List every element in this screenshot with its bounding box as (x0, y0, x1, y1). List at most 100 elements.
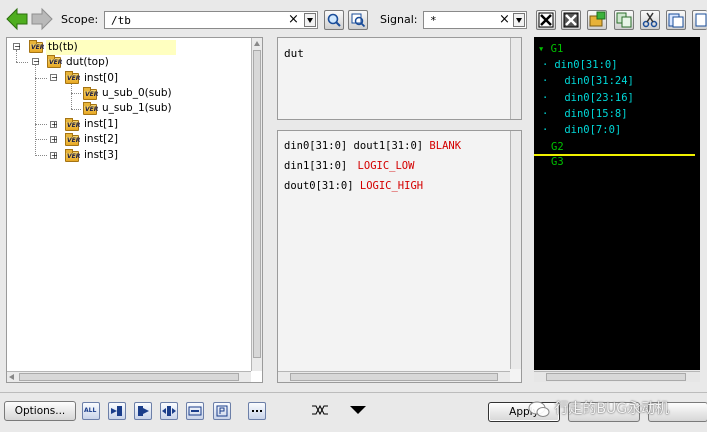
back-button[interactable] (5, 7, 29, 31)
collapse-toggle-icon[interactable]: − (50, 74, 58, 82)
signal-row[interactable]: dout0[31:0] LOGIC_HIGH (284, 180, 423, 192)
scope-name-panel[interactable]: dut (277, 37, 522, 120)
tree-connector (35, 78, 47, 79)
verilog-module-icon: VER (65, 133, 81, 146)
scope-dropdown-icon[interactable] (304, 13, 316, 27)
wave-group-g1[interactable]: ▾ G1 (538, 43, 563, 56)
expand-toggle-icon[interactable]: + (50, 152, 58, 160)
tree-node-u-sub-1[interactable]: u_sub_1(sub) (102, 101, 172, 116)
vertical-splitter[interactable] (523, 37, 531, 383)
scope-combo[interactable]: /tb × (104, 11, 318, 29)
wave-signal-din0-31-24[interactable]: · din0[31:24] (542, 75, 634, 88)
scroll-thumb[interactable] (19, 373, 239, 381)
tree-connector (71, 109, 81, 110)
signal-list-panel[interactable]: din0[31:0] dout1[31:0] BLANK din1[31:0] … (277, 130, 522, 383)
wave-group-g3[interactable]: G3 (551, 156, 564, 169)
signal-panel-vertical-scrollbar[interactable] (510, 131, 521, 369)
bus-icon[interactable] (311, 403, 333, 420)
dropdown-arrow-icon[interactable] (350, 406, 366, 414)
copy-icon (616, 12, 632, 28)
wave-signal-din0-7-0[interactable]: · din0[7:0] (542, 124, 621, 137)
verilog-module-icon: VER (83, 102, 99, 115)
signal-combo[interactable]: * × (423, 11, 527, 29)
cut-button[interactable] (640, 10, 660, 30)
inout-port-icon (162, 406, 176, 416)
more-toolbar-button[interactable] (692, 10, 707, 30)
filter-all-button[interactable]: ALL (82, 402, 100, 420)
tree-connector (71, 93, 81, 94)
scope-hierarchy-tree[interactable]: − VER tb(tb) − VER dut(top) − VER inst[0… (6, 37, 263, 383)
register-icon (216, 405, 228, 417)
scope-value: /tb (111, 14, 131, 27)
tree-node-inst1[interactable]: inst[1] (84, 117, 118, 132)
forward-button[interactable] (30, 7, 54, 31)
scope-clear-icon[interactable]: × (288, 12, 299, 27)
ellipsis-icon (252, 410, 262, 412)
scope-locate-button[interactable] (348, 10, 368, 30)
close-box-icon (538, 12, 554, 28)
signal-clear-icon[interactable]: × (499, 12, 510, 27)
tree-connector (16, 50, 17, 62)
signal-name: din1[31:0] (284, 160, 348, 172)
close-all-button[interactable] (561, 10, 581, 30)
collapse-toggle-icon[interactable]: − (32, 58, 40, 66)
filter-output-button[interactable] (134, 402, 152, 420)
signal-row[interactable]: din1[31:0] LOGIC_LOW (284, 160, 414, 172)
locate-icon (351, 13, 366, 28)
vertical-splitter[interactable] (266, 37, 274, 383)
paste-button[interactable] (666, 10, 686, 30)
signal-row[interactable]: din0[31:0] dout1[31:0] BLANK (284, 140, 461, 152)
filter-register-button[interactable] (213, 402, 231, 420)
tree-connector (16, 62, 28, 63)
filter-input-button[interactable] (108, 402, 126, 420)
wave-signal-label: din0[31:24] (564, 75, 634, 87)
scroll-thumb[interactable] (290, 373, 498, 381)
bottom-divider (0, 392, 707, 393)
signal-tag-logic-high: LOGIC_HIGH (359, 180, 424, 192)
tree-node-u-sub-0[interactable]: u_sub_0(sub) (102, 86, 172, 101)
tree-vertical-scrollbar[interactable] (251, 38, 262, 371)
signal-name: din0[31:0] (284, 140, 348, 152)
scope-search-button[interactable] (324, 10, 344, 30)
scroll-up-icon[interactable] (254, 41, 260, 46)
verilog-module-icon: VER (65, 118, 81, 131)
scissors-icon (642, 12, 658, 28)
tree-node-inst3[interactable]: inst[3] (84, 148, 118, 163)
signal-tag-blank: BLANK (429, 140, 462, 152)
collapse-toggle-icon[interactable]: − (13, 43, 21, 51)
waveform-horizontal-scrollbar[interactable] (534, 371, 700, 382)
expand-toggle-icon[interactable]: + (50, 136, 58, 144)
scope-label: Scope: (61, 13, 99, 26)
tree-connector (35, 155, 47, 156)
signal-dropdown-icon[interactable] (513, 13, 525, 27)
waveform-group-panel[interactable]: ▾ G1 · din0[31:0] · din0[31:24] · din0[23:1… (534, 37, 700, 370)
tree-node-dut[interactable]: dut(top) (66, 55, 109, 70)
options-button[interactable]: Options... (4, 401, 76, 421)
wave-signal-din0-23-16[interactable]: · din0[23:16] (542, 92, 634, 105)
signal-name: dout1[31:0] (353, 140, 424, 152)
expand-toggle-icon[interactable]: + (50, 121, 58, 129)
scroll-left-icon[interactable] (9, 374, 14, 380)
wave-signal-din0-15-8[interactable]: · din0[15:8] (542, 108, 628, 121)
scope-name-text: dut (284, 47, 304, 60)
signal-panel-horizontal-scrollbar[interactable] (278, 371, 510, 382)
add-signal-button[interactable] (587, 10, 607, 30)
watermark: 行走的BUG永动机 (528, 398, 707, 424)
wave-signal-label: din0[31:0] (554, 59, 618, 71)
copy-signal-button[interactable] (614, 10, 634, 30)
wave-signal-din0[interactable]: · din0[31:0] (542, 59, 618, 72)
scroll-thumb[interactable] (253, 50, 261, 358)
close-signal-button[interactable] (536, 10, 556, 30)
tree-node-tb[interactable]: tb(tb) (46, 40, 176, 55)
wave-group-g2[interactable]: G2 (551, 141, 564, 154)
back-arrow-icon (6, 7, 28, 31)
tree-node-inst2[interactable]: inst[2] (84, 132, 118, 147)
scope-panel-scrollbar[interactable] (510, 38, 521, 119)
verilog-module-icon: VER (83, 87, 99, 100)
filter-net-button[interactable] (186, 402, 204, 420)
scroll-thumb[interactable] (546, 373, 686, 381)
filter-inout-button[interactable] (160, 402, 178, 420)
tree-node-inst0[interactable]: inst[0] (84, 71, 118, 86)
tree-horizontal-scrollbar[interactable] (7, 371, 251, 382)
more-filters-button[interactable] (248, 402, 266, 420)
